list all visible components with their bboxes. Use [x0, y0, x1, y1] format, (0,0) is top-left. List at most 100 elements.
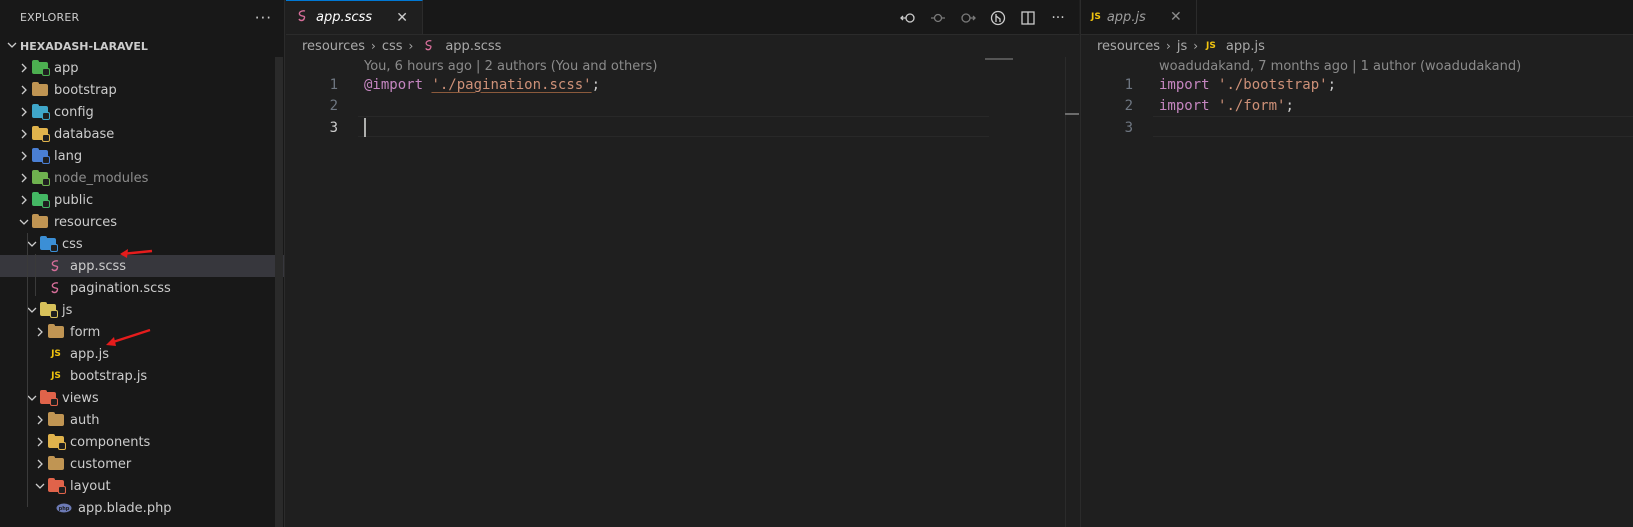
chevron-right-icon: [16, 85, 32, 95]
folder-item[interactable]: lang: [0, 145, 284, 167]
folder-item[interactable]: auth: [0, 409, 284, 431]
chevron-down-icon: [32, 481, 48, 491]
code-token-keyword: import: [1159, 97, 1210, 114]
go-back-icon[interactable]: [897, 7, 919, 29]
close-icon[interactable]: ✕: [392, 8, 412, 28]
go-forward-icon[interactable]: [957, 7, 979, 29]
folder-item[interactable]: layout: [0, 475, 284, 497]
line-number: 3: [1124, 119, 1133, 136]
folder-shape: [32, 214, 48, 228]
file-item[interactable]: JS bootstrap.js: [0, 365, 284, 387]
chevron-right-icon: [16, 173, 32, 183]
chevron-right-icon: [32, 437, 48, 447]
annotation-arrow-icon: [106, 328, 151, 346]
tree-item-label: bootstrap: [54, 82, 117, 98]
folder-badge: [42, 134, 50, 142]
git-compare-icon[interactable]: [987, 7, 1009, 29]
folder-item[interactable]: config: [0, 101, 284, 123]
folder-badge: [50, 398, 58, 406]
code-line: 3: [286, 117, 1079, 138]
tree-item-label: css: [62, 236, 83, 252]
timeline-icon[interactable]: [927, 7, 949, 29]
folder-item[interactable]: bootstrap: [0, 79, 284, 101]
folder-badge: [42, 156, 50, 164]
folder-badge: [42, 68, 50, 76]
tab-label: app.js: [1106, 9, 1146, 25]
folder-shape: [32, 60, 50, 76]
folder-item[interactable]: components: [0, 431, 284, 453]
line-number: 1: [1124, 76, 1133, 93]
breadcrumb: resources › js › JS app.js: [1081, 35, 1633, 57]
chevron-right-icon: ›: [1166, 39, 1171, 53]
folder-item[interactable]: views: [0, 387, 284, 409]
tab-app-js[interactable]: JS app.js ✕: [1081, 0, 1197, 34]
folder-item[interactable]: database: [0, 123, 284, 145]
file-tree: app bootstrap config database lang node_modul…: [0, 57, 284, 519]
folder-item[interactable]: js: [0, 299, 284, 321]
folder-badge: [58, 486, 66, 494]
more-actions-icon[interactable]: ···: [1047, 7, 1069, 29]
tree-item-label: form: [70, 324, 101, 340]
folder-badge: [42, 112, 50, 120]
js-file-icon: JS: [1206, 41, 1216, 51]
folder-open-icon: [32, 214, 48, 230]
js-file-icon: JS: [51, 349, 61, 359]
folder-badge: [42, 200, 50, 208]
folder-shape: [32, 126, 50, 142]
breadcrumb-item[interactable]: app.scss: [445, 39, 501, 54]
code-line: 1 @import './pagination.scss';: [286, 74, 1079, 95]
folder-layout-icon: [48, 478, 66, 494]
folder-shape: [48, 412, 64, 426]
breadcrumb: resources › css › app.scss: [286, 35, 1079, 57]
tree-item-label: layout: [70, 478, 111, 494]
folder-item[interactable]: customer: [0, 453, 284, 475]
tab-bar-right: JS app.js ✕: [1081, 0, 1633, 35]
file-item[interactable]: pagination.scss: [0, 277, 284, 299]
code-editor-left[interactable]: You, 6 hours ago | 2 authors (You and ot…: [286, 57, 1079, 527]
tab-app-scss[interactable]: app.scss ✕: [286, 0, 424, 34]
folder-components-icon: [48, 434, 66, 450]
line-number: 2: [1124, 97, 1133, 114]
tree-item-label: components: [70, 434, 151, 450]
breadcrumb-item[interactable]: css: [382, 39, 403, 54]
explorer-title: EXPLORER: [20, 11, 80, 24]
folder-js-icon: [40, 302, 58, 318]
tree-item-label: app.scss: [70, 258, 127, 274]
folder-item[interactable]: node_modules: [0, 167, 284, 189]
workspace-root-folder[interactable]: HEXADASH-LARAVEL: [0, 35, 284, 57]
folder-shape: [48, 456, 64, 470]
close-icon[interactable]: ✕: [1166, 7, 1186, 27]
explorer-more-actions-icon[interactable]: ···: [255, 9, 272, 27]
file-item[interactable]: php app.blade.php: [0, 497, 284, 519]
breadcrumb-item[interactable]: resources: [1097, 39, 1160, 54]
code-token-keyword: @import: [364, 76, 424, 93]
breadcrumb-item[interactable]: resources: [302, 39, 365, 54]
folder-icon: [48, 456, 64, 472]
code-editor-right[interactable]: woadudakand, 7 months ago | 1 author (wo…: [1081, 57, 1633, 527]
breadcrumb-item[interactable]: app.js: [1226, 39, 1265, 54]
code-line: 2: [286, 95, 1079, 116]
line-number: 1: [329, 76, 338, 93]
code-token-string: './bootstrap': [1218, 76, 1328, 93]
tree-item-label: auth: [70, 412, 100, 428]
folder-item[interactable]: resources: [0, 211, 284, 233]
scrollbar-cursor-marker: [1065, 113, 1079, 115]
scss-file-icon: [296, 9, 310, 27]
code-text: import './bootstrap';: [1159, 77, 1336, 93]
folder-shape: [40, 236, 58, 252]
indent-guide: [27, 233, 28, 507]
editor-scrollbar[interactable]: [1065, 57, 1079, 527]
chevron-right-icon: [32, 459, 48, 469]
folder-item[interactable]: public: [0, 189, 284, 211]
chevron-right-icon: ›: [1193, 39, 1199, 53]
folder-shape: [32, 148, 50, 164]
sidebar-scrollbar[interactable]: [275, 57, 283, 527]
explorer-sidebar: EXPLORER ··· HEXADASH-LARAVEL app bootstr…: [0, 0, 285, 527]
breadcrumb-item[interactable]: js: [1177, 39, 1187, 54]
split-editor-icon[interactable]: [1017, 7, 1039, 29]
tree-item-label: resources: [54, 214, 118, 230]
minimap[interactable]: [985, 57, 1065, 527]
folder-item[interactable]: app: [0, 57, 284, 79]
indent-guide: [35, 254, 36, 296]
chevron-right-icon: ›: [371, 39, 376, 53]
